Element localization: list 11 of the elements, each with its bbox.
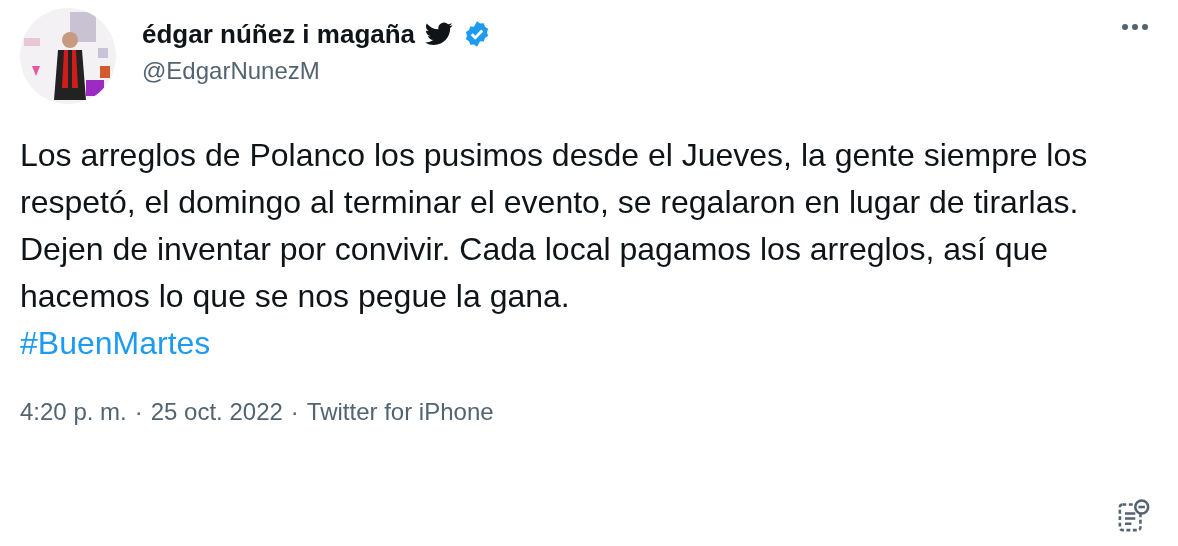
- tweet-date[interactable]: 25 oct. 2022: [150, 397, 283, 427]
- separator: ·: [134, 397, 143, 427]
- separator: ·: [290, 397, 299, 427]
- source-link[interactable]: Twitter for iPhone: [306, 397, 494, 427]
- bird-icon: [425, 22, 454, 46]
- author-name[interactable]: édgar núñez i magaña: [142, 18, 416, 50]
- tweet-time[interactable]: 4:20 p. m.: [20, 397, 127, 427]
- notes-icon[interactable]: [1116, 498, 1152, 534]
- more-options-icon[interactable]: [1120, 22, 1150, 32]
- author-handle[interactable]: @EdgarNunezM: [142, 56, 492, 86]
- tweet-text: Los arreglos de Polanco los pusimos desde el Jueves, la gente siempre los respetó, el domingo al terminar el evento, se regalaron en lugar de tirarlas. Dejen de inventar por convivir. Cada local pagamos los arreglos, así que hacemos lo que se nos pegue la gana.: [20, 136, 1089, 316]
